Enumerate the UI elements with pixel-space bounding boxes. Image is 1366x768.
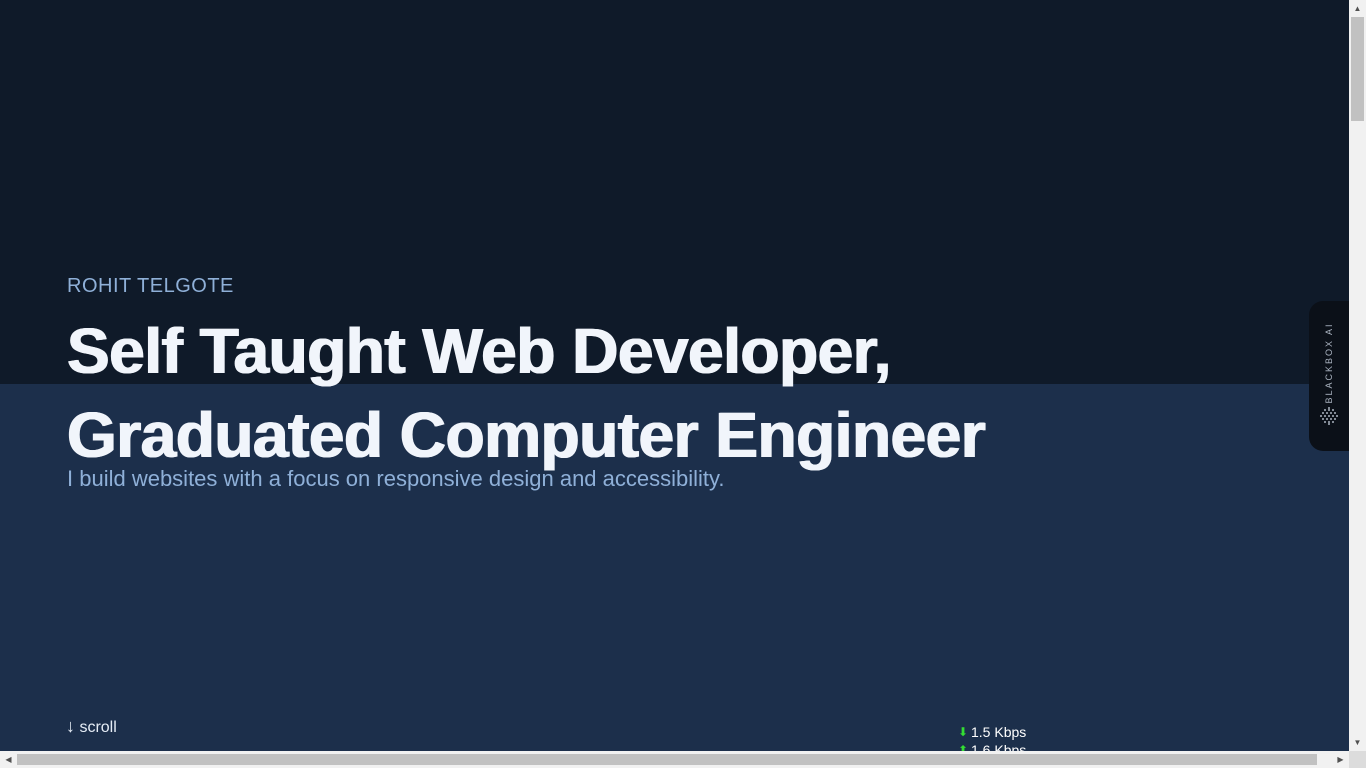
hero-title: Self Taught Web Developer, Graduated Com… [67, 309, 1267, 477]
vertical-scrollbar[interactable]: ▲ ▼ [1349, 0, 1366, 751]
upload-speed-row: ⬆ 1.6 Kbps [958, 741, 1026, 751]
upload-speed-value: 1.6 Kbps [971, 742, 1027, 751]
hero-subtitle: I build websites with a focus on respons… [67, 466, 725, 491]
arrow-down-icon: ↓ [66, 716, 75, 736]
download-speed-row: ⬇ 1.5 Kbps [958, 723, 1026, 741]
download-speed-value: 1.5 Kbps [971, 724, 1027, 740]
scroll-hint[interactable]: ↓ scroll [66, 716, 117, 738]
horizontal-scrollbar[interactable]: ◀ ▶ [0, 751, 1349, 768]
hero-section: ROHIT TELGOTE Self Taught Web Developer,… [67, 273, 1267, 493]
network-speed-widget: ⬇ 1.5 Kbps ⬆ 1.6 Kbps [958, 723, 1026, 751]
scrollbar-corner [1349, 751, 1366, 768]
scroll-right-icon[interactable]: ▶ [1332, 751, 1349, 768]
horizontal-scroll-thumb[interactable] [17, 754, 1317, 765]
arrow-up-icon: ⬆ [958, 743, 969, 751]
scroll-down-icon[interactable]: ▼ [1349, 734, 1366, 751]
author-name: ROHIT TELGOTE [67, 275, 234, 297]
blackbox-ai-label: BLACKBOX AI [1324, 322, 1334, 404]
scroll-left-icon[interactable]: ◀ [0, 751, 17, 768]
vertical-scroll-thumb[interactable] [1351, 17, 1364, 121]
page-viewport: ROHIT TELGOTE Self Taught Web Developer,… [0, 0, 1349, 751]
scroll-up-icon[interactable]: ▲ [1349, 0, 1366, 17]
blackbox-ai-tab[interactable]: BLACKBOX AI [1309, 301, 1349, 451]
hero-title-line-1: Self Taught Web Developer, [67, 315, 891, 387]
scroll-hint-label: scroll [79, 719, 117, 736]
arrow-down-icon: ⬇ [958, 725, 969, 739]
blackbox-logo-icon [1320, 407, 1338, 425]
